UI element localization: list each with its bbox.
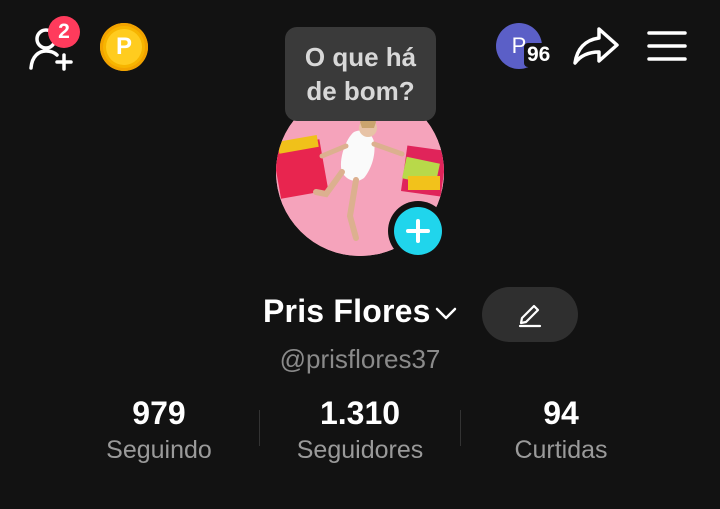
- stat-likes[interactable]: 94 Curtidas: [461, 395, 661, 465]
- following-label: Seguindo: [106, 436, 212, 464]
- create-tooltip[interactable]: O que há de bom?: [285, 27, 436, 121]
- likes-count: 94: [543, 395, 579, 431]
- share-button[interactable]: [572, 24, 620, 68]
- add-story-button[interactable]: [388, 201, 448, 261]
- plus-icon: [406, 219, 430, 243]
- coin-button[interactable]: P: [100, 23, 148, 71]
- followers-label: Seguidores: [296, 436, 424, 464]
- coin-icon: P: [106, 29, 142, 65]
- avatar-count: 96: [524, 43, 554, 67]
- notification-badge: 2: [48, 16, 80, 48]
- following-count: 979: [132, 395, 186, 431]
- stat-followers[interactable]: 1.310 Seguidores: [260, 395, 460, 465]
- profile-name[interactable]: Pris Flores: [263, 293, 431, 330]
- likes-label: Curtidas: [514, 436, 608, 464]
- chevron-down-icon: [435, 307, 457, 320]
- account-switcher[interactable]: [434, 305, 458, 321]
- edit-profile-button[interactable]: [482, 287, 578, 342]
- followers-count: 1.310: [319, 395, 401, 431]
- pencil-icon: [518, 304, 542, 327]
- tooltip-line-1: O que há: [304, 42, 417, 72]
- share-icon: [573, 27, 619, 65]
- stat-following[interactable]: 979 Seguindo: [59, 395, 259, 465]
- profile-username: @prisflores37: [279, 344, 441, 374]
- menu-button[interactable]: [646, 28, 688, 64]
- hamburger-icon: [647, 31, 687, 61]
- tooltip-line-2: de bom?: [306, 76, 415, 106]
